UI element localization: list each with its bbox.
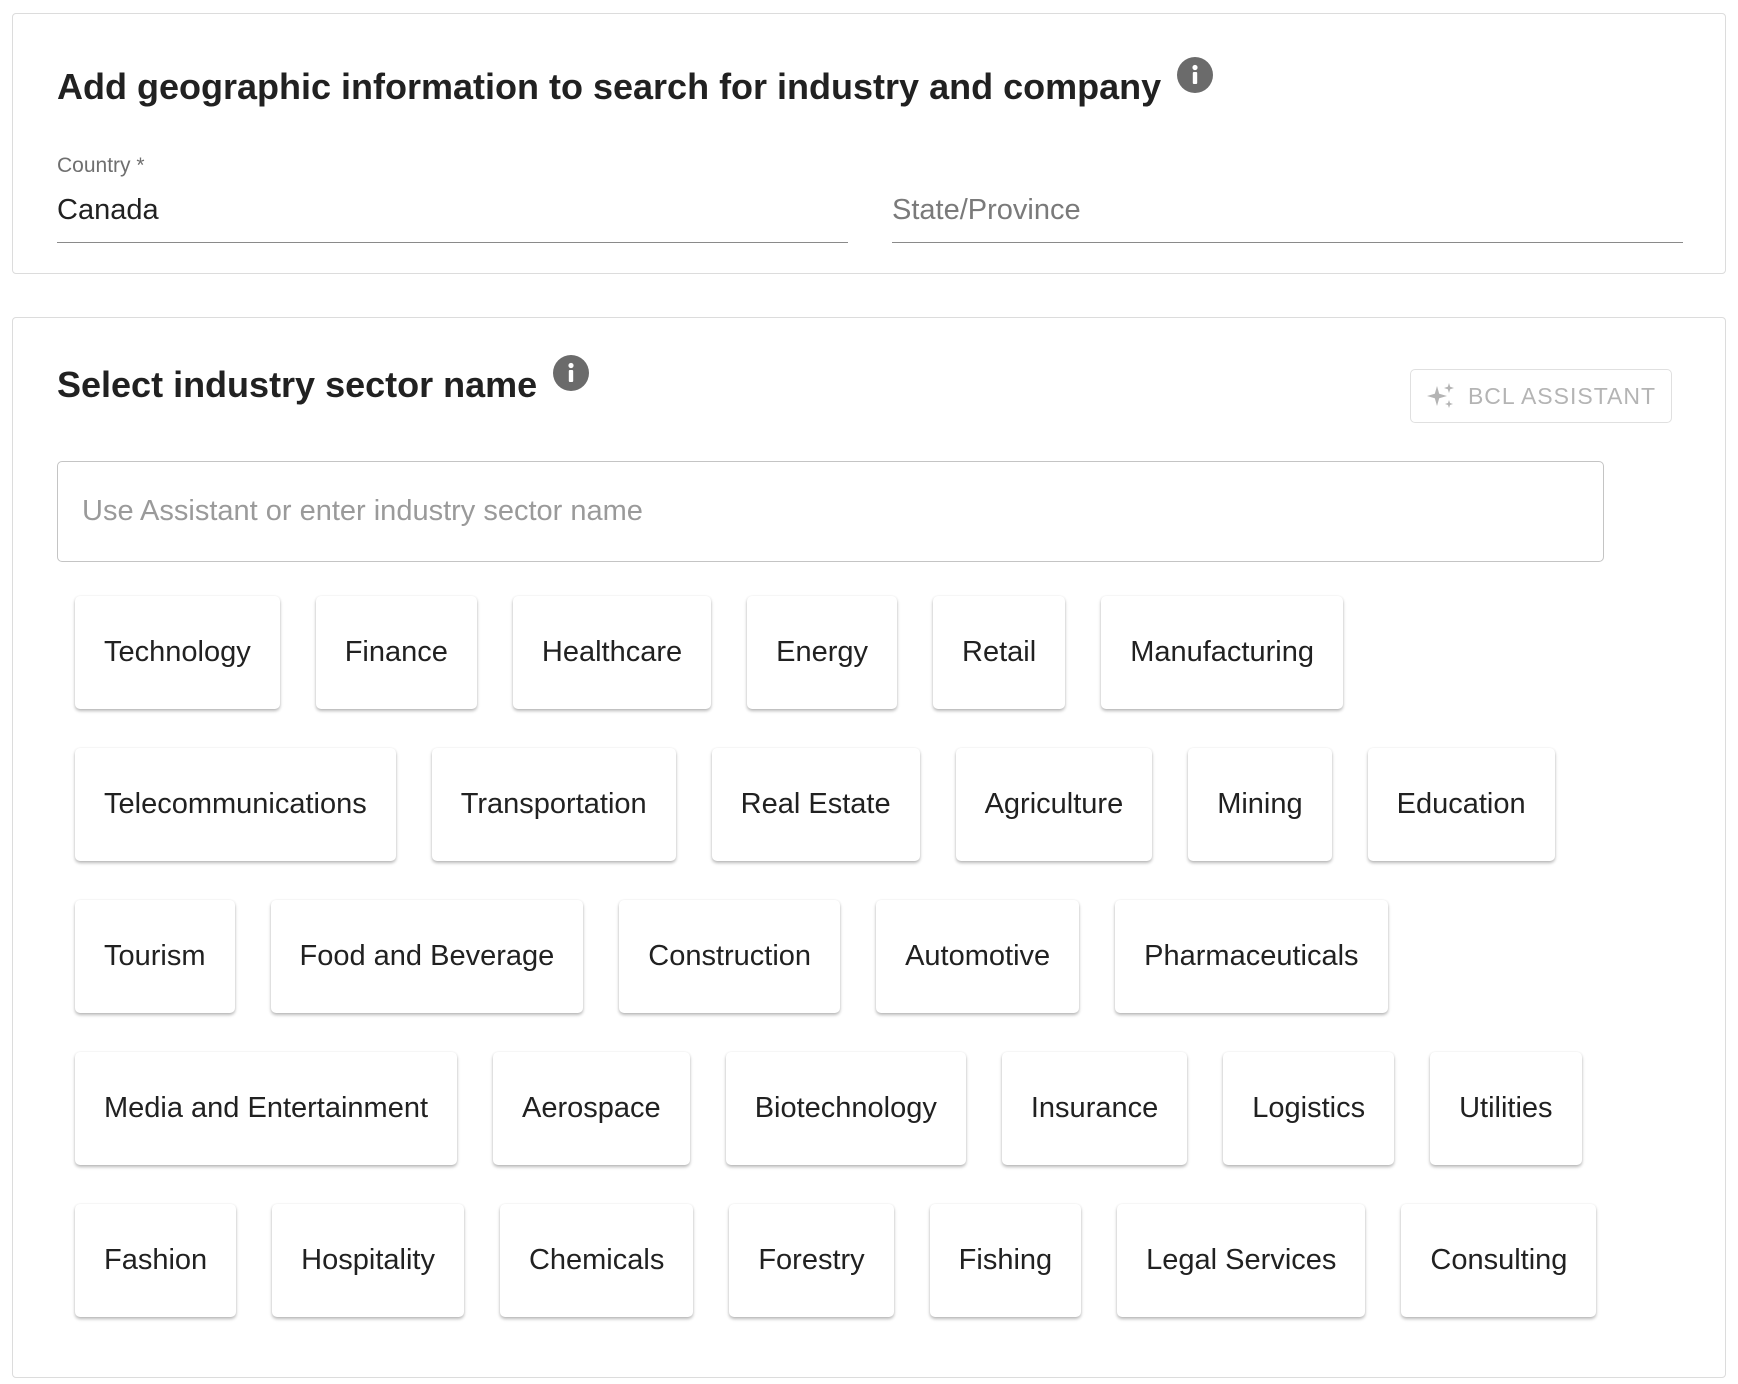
industry-chip-energy[interactable]: Energy bbox=[747, 596, 898, 709]
industry-chip-consulting[interactable]: Consulting bbox=[1401, 1204, 1597, 1317]
industry-chip-healthcare[interactable]: Healthcare bbox=[512, 596, 712, 709]
country-select[interactable]: Country * Canada bbox=[57, 142, 848, 243]
industry-sector-card: Select industry sector name BCL ASSISTAN… bbox=[12, 317, 1726, 1378]
industry-chip-chemicals[interactable]: Chemicals bbox=[499, 1204, 694, 1317]
country-label: Country * bbox=[57, 154, 145, 177]
industry-chip-food-and-beverage[interactable]: Food and Beverage bbox=[270, 900, 584, 1013]
industry-chip-row: Fashion Hospitality Chemicals Forestry Fishi… bbox=[75, 1204, 1635, 1317]
industry-chip-utilities[interactable]: Utilities bbox=[1430, 1052, 1582, 1165]
industry-sector-heading: Select industry sector name bbox=[57, 355, 590, 406]
industry-chip-media-and-entertainment[interactable]: Media and Entertainment bbox=[75, 1052, 458, 1165]
info-icon[interactable] bbox=[553, 355, 590, 391]
industry-chip-telecommunications[interactable]: Telecommunications bbox=[75, 748, 396, 861]
sparkle-icon bbox=[1426, 381, 1456, 411]
industry-chip-manufacturing[interactable]: Manufacturing bbox=[1101, 596, 1343, 709]
industry-chip-agriculture[interactable]: Agriculture bbox=[955, 748, 1153, 861]
industry-chip-row: Technology Finance Healthcare Energy Retail M… bbox=[75, 596, 1635, 709]
geographic-info-title: Add geographic information to search for… bbox=[57, 66, 1162, 107]
info-icon[interactable] bbox=[1177, 57, 1214, 93]
industry-chip-retail[interactable]: Retail bbox=[933, 596, 1066, 709]
industry-chip-real-estate[interactable]: Real Estate bbox=[711, 748, 920, 861]
industry-chip-row: Telecommunications Transportation Real Est… bbox=[75, 748, 1635, 861]
industry-chip-insurance[interactable]: Insurance bbox=[1001, 1052, 1188, 1165]
industry-chip-construction[interactable]: Construction bbox=[619, 900, 841, 1013]
industry-chip-tourism[interactable]: Tourism bbox=[75, 900, 235, 1013]
industry-chip-pharmaceuticals[interactable]: Pharmaceuticals bbox=[1115, 900, 1388, 1013]
industry-chip-aerospace[interactable]: Aerospace bbox=[493, 1052, 690, 1165]
industry-chip-mining[interactable]: Mining bbox=[1188, 748, 1332, 861]
industry-chip-biotechnology[interactable]: Biotechnology bbox=[725, 1052, 966, 1165]
industry-sector-input[interactable] bbox=[58, 462, 1603, 561]
geographic-info-heading: Add geographic information to search for… bbox=[57, 57, 1214, 108]
bcl-assistant-button[interactable]: BCL ASSISTANT bbox=[1410, 369, 1672, 423]
state-province-field[interactable]: State/Province bbox=[892, 142, 1683, 243]
geographic-info-card: Add geographic information to search for… bbox=[12, 13, 1726, 274]
industry-chip-legal-services[interactable]: Legal Services bbox=[1117, 1204, 1366, 1317]
industry-sector-input-box bbox=[57, 461, 1604, 562]
country-value[interactable]: Canada bbox=[57, 194, 159, 227]
bcl-assistant-label: BCL ASSISTANT bbox=[1467, 382, 1657, 409]
industry-chip-technology[interactable]: Technology bbox=[75, 596, 280, 709]
industry-chip-automotive[interactable]: Automotive bbox=[876, 900, 1080, 1013]
industry-chip-list: Technology Finance Healthcare Energy Retail M… bbox=[75, 596, 1635, 1356]
industry-chip-transportation[interactable]: Transportation bbox=[431, 748, 676, 861]
industry-chip-row: Media and Entertainment Aerospace Biotechn… bbox=[75, 1052, 1635, 1165]
industry-chip-fishing[interactable]: Fishing bbox=[929, 1204, 1082, 1317]
industry-chip-forestry[interactable]: Forestry bbox=[729, 1204, 894, 1317]
industry-chip-row: Tourism Food and Beverage Construction Auto… bbox=[75, 900, 1635, 1013]
industry-chip-finance[interactable]: Finance bbox=[315, 596, 477, 709]
industry-chip-hospitality[interactable]: Hospitality bbox=[272, 1204, 464, 1317]
state-province-placeholder[interactable]: State/Province bbox=[892, 194, 1081, 227]
industry-chip-fashion[interactable]: Fashion bbox=[75, 1204, 237, 1317]
industry-sector-title: Select industry sector name bbox=[57, 364, 538, 405]
industry-chip-education[interactable]: Education bbox=[1367, 748, 1555, 861]
industry-chip-logistics[interactable]: Logistics bbox=[1223, 1052, 1395, 1165]
